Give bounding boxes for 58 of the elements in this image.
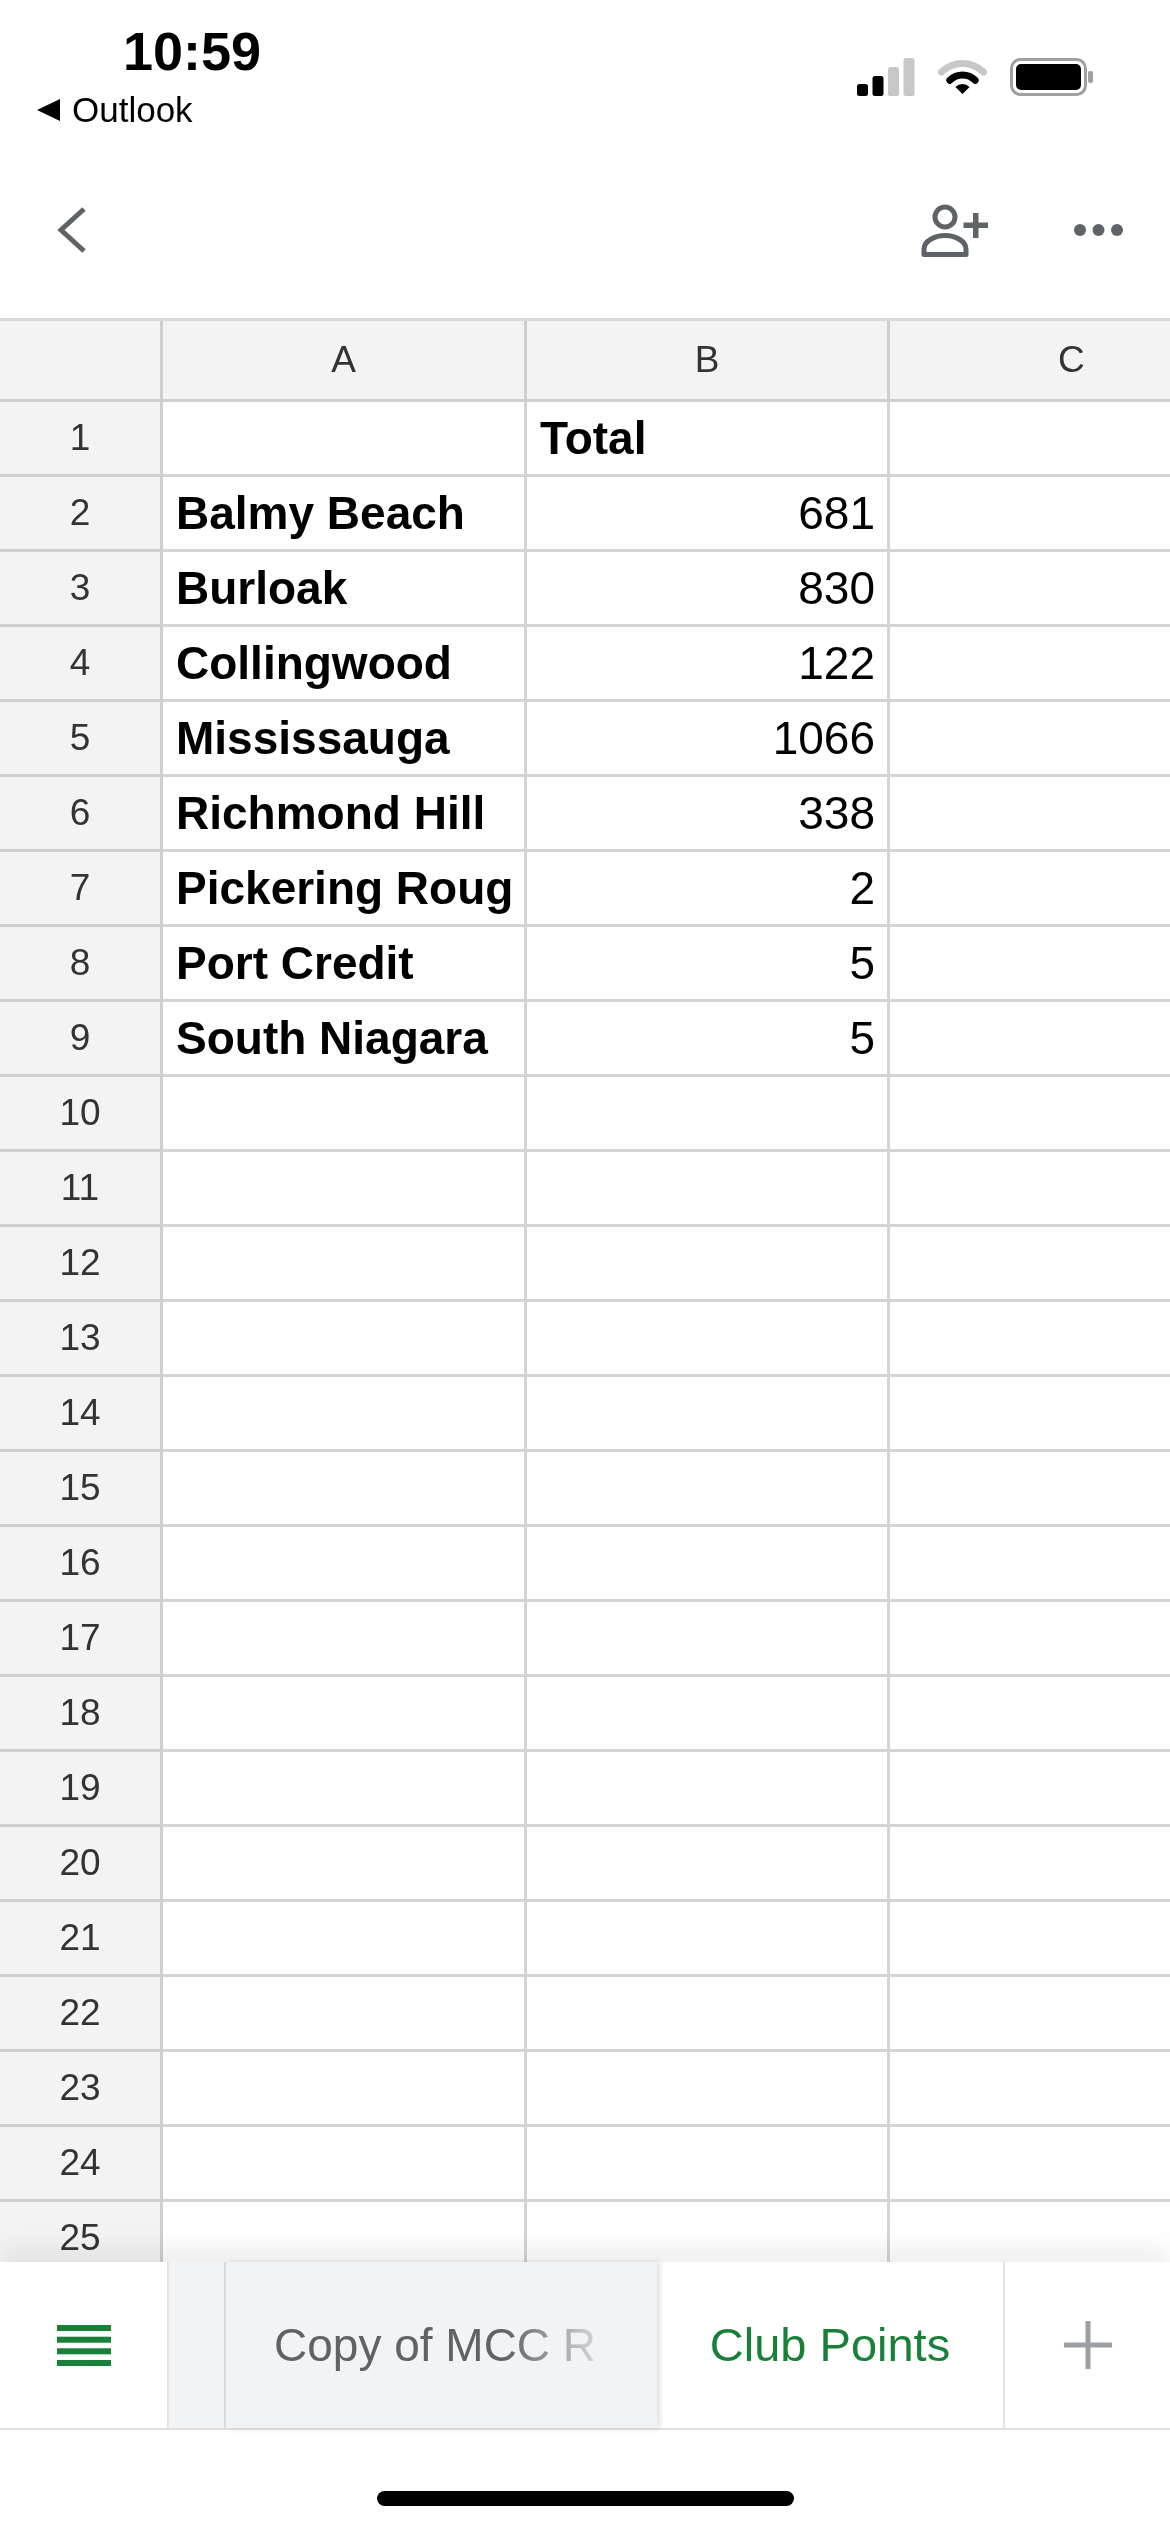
row-header[interactable]: 14 [0, 1377, 163, 1452]
row-header[interactable]: 7 [0, 852, 163, 927]
table-cell: Pickering Roug [163, 852, 527, 927]
row-header[interactable]: 5 [0, 702, 163, 777]
wifi-icon [938, 58, 987, 96]
more-icon[interactable] [1074, 224, 1123, 236]
table-cell: Richmond Hill [163, 777, 527, 852]
signal-icon [857, 58, 915, 96]
person-plus-icon[interactable] [921, 203, 988, 257]
row-header[interactable]: 9 [0, 1002, 163, 1077]
table-cell: 830 [527, 552, 890, 627]
row-header[interactable]: 18 [0, 1677, 163, 1752]
row-header[interactable]: 4 [0, 627, 163, 702]
row-header[interactable]: 10 [0, 1077, 163, 1152]
table-cell: Burloak [163, 552, 527, 627]
table-cell: South Niagara [163, 1002, 527, 1077]
battery-icon [1010, 58, 1093, 96]
table-cell: Mississauga [163, 702, 527, 777]
row-header[interactable]: 2 [0, 477, 163, 552]
row-header[interactable]: 25 [0, 2202, 163, 2262]
table-cell: Port Credit [163, 927, 527, 1002]
table-cell: 122 [527, 627, 890, 702]
row-header[interactable]: 1 [0, 402, 163, 477]
row-header[interactable]: 11 [0, 1152, 163, 1227]
column-header[interactable]: B [527, 321, 890, 402]
triangle-icon [37, 99, 60, 121]
back-to-app-link[interactable]: Outlook [37, 90, 193, 130]
table-cell: Balmy Beach [163, 477, 527, 552]
row-header[interactable]: 15 [0, 1452, 163, 1527]
row-header[interactable]: 19 [0, 1752, 163, 1827]
row-header[interactable]: 20 [0, 1827, 163, 1902]
plus-icon[interactable] [1063, 2321, 1112, 2369]
row-header[interactable]: 12 [0, 1227, 163, 1302]
row-header[interactable]: 6 [0, 777, 163, 852]
row-header[interactable]: 3 [0, 552, 163, 627]
sheet-tab[interactable]: Club Points [657, 2262, 1003, 2428]
table-cell: Collingwood [163, 627, 527, 702]
row-header[interactable]: 16 [0, 1527, 163, 1602]
table-cell: 338 [527, 777, 890, 852]
row-header[interactable]: 8 [0, 927, 163, 1002]
row-header[interactable]: 22 [0, 1977, 163, 2052]
row-header[interactable]: 23 [0, 2052, 163, 2127]
back-icon[interactable] [56, 206, 88, 254]
row-header[interactable]: 21 [0, 1902, 163, 1977]
column-header[interactable]: A [163, 321, 527, 402]
row-header[interactable]: 13 [0, 1302, 163, 1377]
table-cell: 5 [527, 927, 890, 1002]
row-header[interactable]: 24 [0, 2127, 163, 2202]
menu-icon[interactable] [56, 2324, 111, 2366]
status-time: 10:59 [123, 21, 262, 81]
row-header[interactable]: 17 [0, 1602, 163, 1677]
table-cell: 681 [527, 477, 890, 552]
table-cell: 5 [527, 1002, 890, 1077]
table-cell: 1066 [527, 702, 890, 777]
table-cell: Total [527, 402, 890, 477]
table-cell: 2 [527, 852, 890, 927]
sheet-tab[interactable]: Copy of MCC R [226, 2262, 657, 2428]
sheet-list-button[interactable] [0, 2262, 169, 2428]
